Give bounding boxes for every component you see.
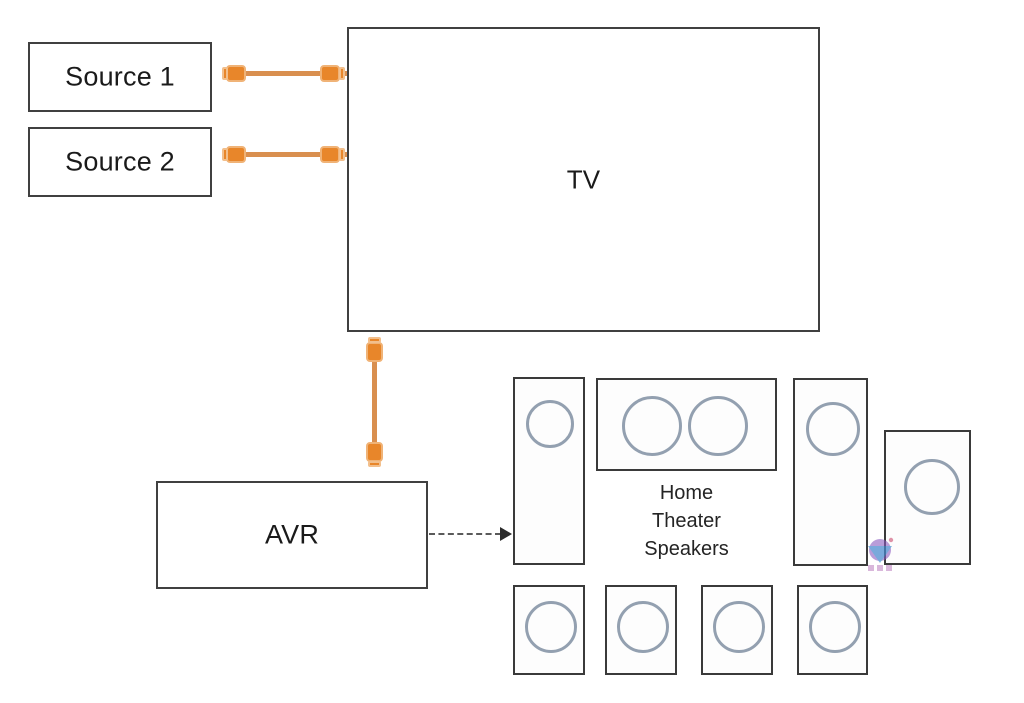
speaker-driver-icon [809,601,861,653]
home-theater-speakers-caption: Home Theater Speakers [596,479,777,563]
caption-line-2: Theater [652,510,721,532]
speaker-driver-icon [617,601,669,653]
hdmi-plug-source-2-far [320,146,340,163]
speaker-surround-3[interactable] [701,585,773,675]
avr-to-speakers-arrow-line [429,533,501,535]
avr-to-speakers-arrow-head [500,527,512,541]
speaker-surround-2[interactable] [605,585,677,675]
speaker-surround-4[interactable] [797,585,868,675]
hdmi-plug-cap-source-2-near [222,148,228,161]
speaker-front-left[interactable] [513,377,585,565]
speaker-driver-icon [688,396,748,456]
diagram-canvas: Source 1 Source 2 TV AVR Home Theater Sp… [0,0,1024,703]
hdmi-plug-avr-end [366,442,383,462]
hdmi-plug-cap-source-1-far [339,67,345,80]
hdmi-plug-cap-avr-end [368,461,381,467]
speaker-driver-icon [525,601,577,653]
speaker-driver-icon [622,396,682,456]
speaker-surround-1[interactable] [513,585,585,675]
hdmi-plug-tv-end [366,342,383,362]
speaker-driver-icon [806,402,860,456]
avr-box[interactable]: AVR [156,481,428,589]
caption-line-3: Speakers [644,538,729,560]
tv-label: TV [566,164,601,194]
hdmi-plug-cap-tv-end [368,337,381,343]
speaker-driver-icon [904,459,960,515]
source-1-label: Source 1 [65,61,175,92]
tv-box[interactable]: TV [347,27,820,332]
hdmi-plug-source-2-near [226,146,246,163]
speaker-center[interactable] [596,378,777,471]
speaker-driver-icon [526,400,574,448]
hdmi-plug-cap-source-2-far [339,148,345,161]
hdmi-plug-source-1-near [226,65,246,82]
speaker-subwoofer[interactable] [884,430,971,565]
speaker-front-right[interactable] [793,378,868,566]
hdmi-plug-source-1-far [320,65,340,82]
avr-label: AVR [264,519,320,550]
speaker-driver-icon [713,601,765,653]
source-2-box[interactable]: Source 2 [28,127,212,197]
caption-line-1: Home [659,482,714,504]
hdmi-plug-cap-source-1-near [222,67,228,80]
source-1-box[interactable]: Source 1 [28,42,212,112]
source-2-label: Source 2 [65,146,175,177]
